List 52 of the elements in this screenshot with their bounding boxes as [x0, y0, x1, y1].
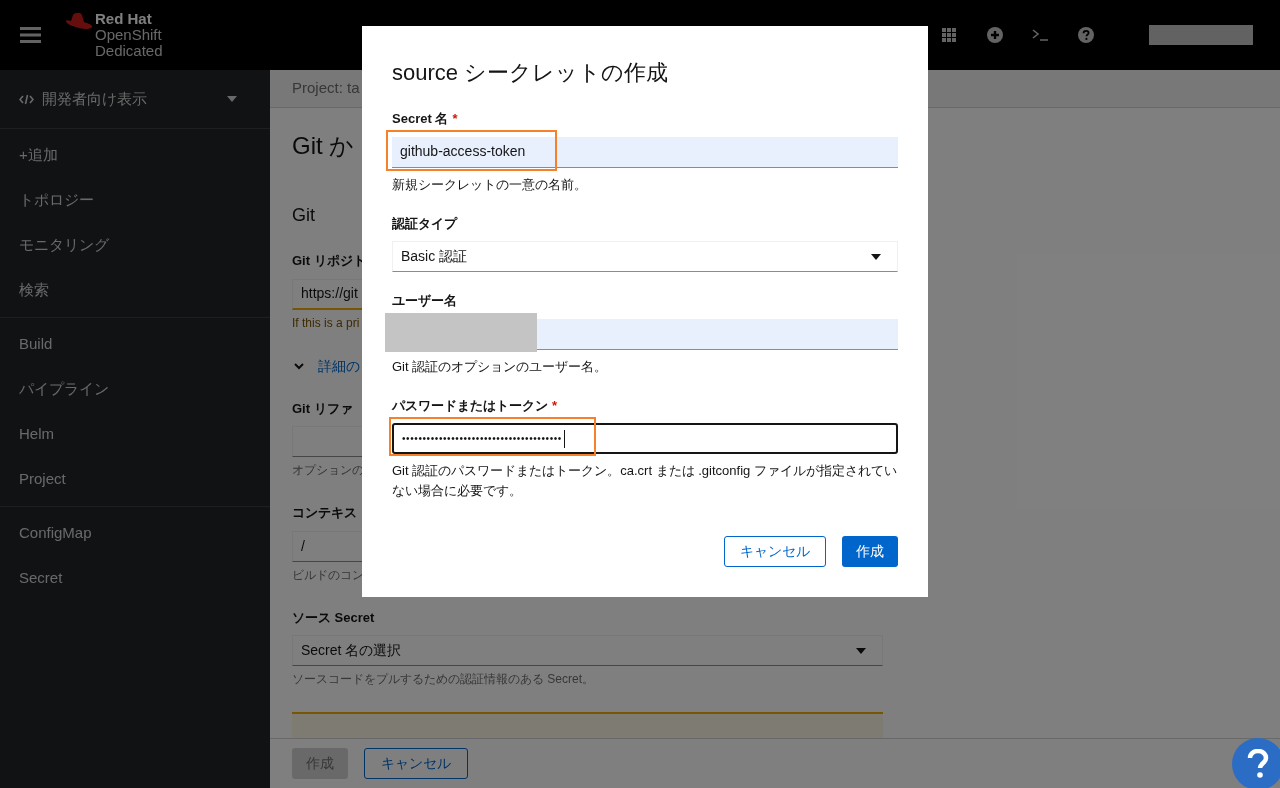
cancel-button[interactable]: キャンセル [724, 536, 826, 567]
brand-text: OpenShift [95, 27, 163, 43]
nav-item[interactable]: パイプライン [0, 367, 270, 412]
field-label: 認証タイプ [392, 214, 459, 233]
plus-circle-icon[interactable] [987, 27, 1003, 43]
cancel-button[interactable]: キャンセル [364, 748, 468, 779]
brand-text: Dedicated [95, 43, 163, 59]
select-field[interactable]: Secret 名の選択 [292, 635, 883, 666]
nav-item[interactable]: +追加 [0, 133, 270, 178]
create-button[interactable]: 作成 [842, 536, 898, 567]
code-icon [19, 93, 34, 105]
hat-logo-icon [65, 12, 93, 32]
caret-icon [227, 96, 237, 102]
brand-text: Red Hat [95, 11, 153, 27]
field-label: パスワードまたはトークン * [392, 396, 559, 415]
help-icon[interactable] [1078, 27, 1094, 43]
modal-title: source シークレットの作成 [392, 59, 670, 87]
select-field[interactable]: Basic 認証 [392, 241, 898, 272]
nav-item[interactable]: ConfigMap [0, 511, 270, 556]
input-field[interactable]: github-access-token [392, 136, 898, 168]
caret-icon [871, 253, 881, 260]
helper-text: 新規シークレットの一意の名前。 [392, 175, 588, 194]
terminal-icon[interactable] [1032, 29, 1049, 41]
field-label: Git リファ [292, 399, 353, 418]
nav-item[interactable]: Build [0, 322, 270, 367]
helper-text: Git 認証のオプションのユーザー名。 [392, 357, 609, 376]
menu-icon[interactable] [20, 27, 41, 43]
nav-item[interactable]: トポロジー [0, 178, 270, 223]
chevron-icon[interactable] [294, 362, 304, 370]
grid-icon[interactable] [942, 28, 956, 42]
page-title: Git か [292, 131, 355, 161]
caret-icon [856, 647, 866, 654]
field-label: ソース Secret [292, 608, 375, 627]
project-selector[interactable]: Project: ta [292, 77, 360, 100]
helper-text: ソースコードをプルするための認証情報のある Secret。 [292, 671, 594, 688]
nav-item[interactable]: モニタリング [0, 223, 270, 268]
field-label: Secret 名 * [392, 110, 459, 128]
nav-item[interactable]: Secret [0, 556, 270, 601]
field-label: ユーザー名 [392, 292, 458, 310]
helper-text: Git 認証のパスワードまたはトークン。ca.crt または .gitconfig ファイルが指定されていない場合に必要です。 [392, 462, 898, 500]
helper-text: If this is a pri [292, 314, 360, 332]
nav-item[interactable]: Helm [0, 412, 270, 457]
required-asterisk: * [552, 397, 558, 413]
password-field[interactable]: ••••••••••••••••••••••••••••••••••••••• [392, 423, 898, 454]
advanced-options-link[interactable]: 詳細の [318, 355, 360, 377]
text-cursor [563, 429, 565, 448]
field-label: コンテキス [292, 504, 357, 522]
section-title: Git [292, 204, 315, 227]
nav-item[interactable]: Project [0, 457, 270, 502]
required-asterisk: * [452, 111, 458, 126]
nav-item[interactable]: 検索 [0, 268, 270, 313]
perspective-label: 開発者向け表示 [42, 88, 147, 109]
